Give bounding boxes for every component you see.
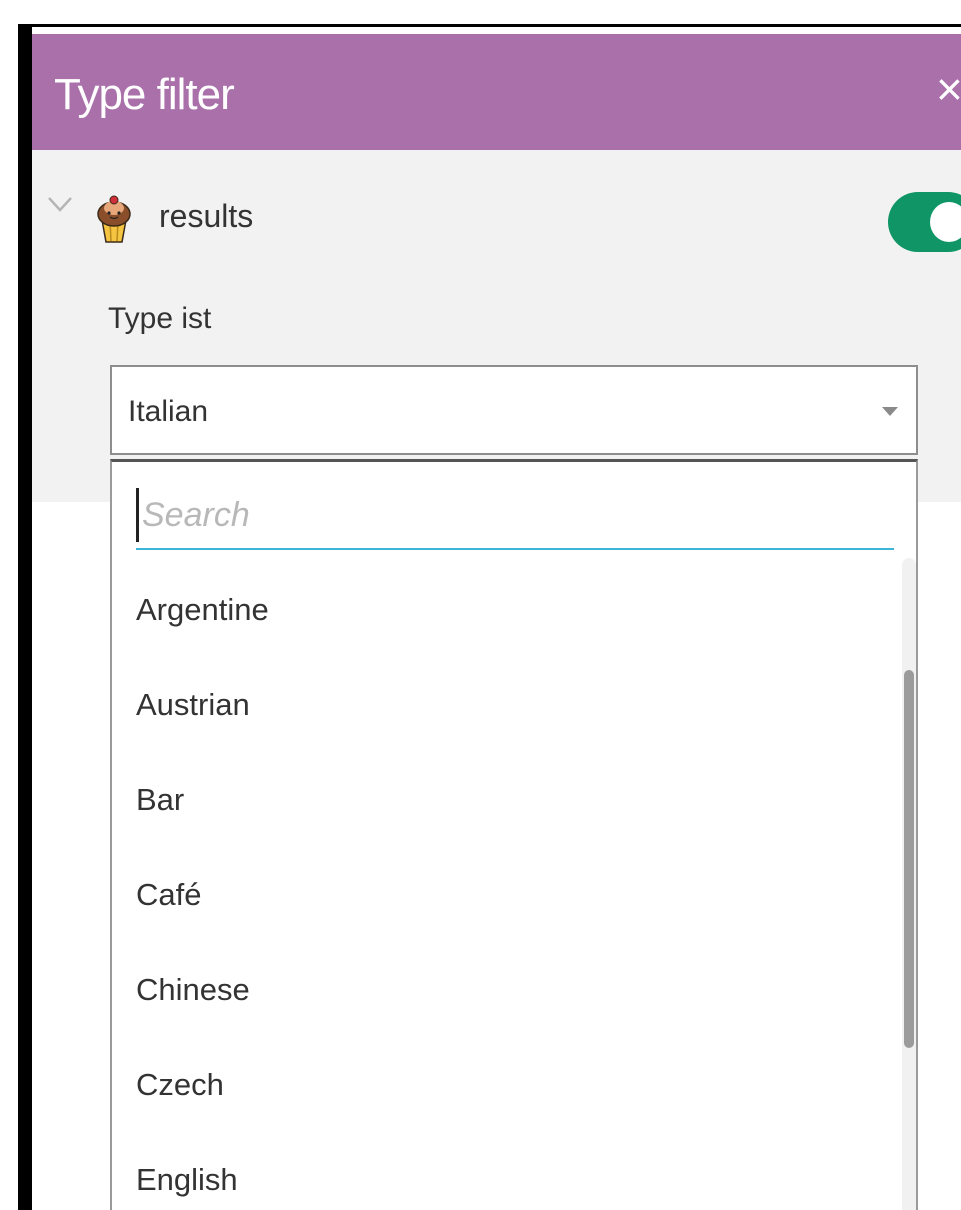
dropdown-option[interactable]: Austrian <box>112 657 902 752</box>
chevron-down-icon[interactable] <box>46 194 74 214</box>
select-value: Italian <box>128 395 209 428</box>
dropdown-option[interactable]: Bar <box>112 752 902 847</box>
dropdown-option[interactable]: Czech <box>112 1037 902 1132</box>
search-input[interactable] <box>136 488 884 542</box>
dropdown-option[interactable]: Café <box>112 847 902 942</box>
caret-down-icon[interactable] <box>882 407 898 416</box>
window-top-border <box>0 0 961 27</box>
close-icon[interactable]: × <box>936 66 961 112</box>
scrollbar-thumb[interactable] <box>904 670 914 1048</box>
cupcake-icon <box>97 195 131 243</box>
dropdown-scrollbar[interactable] <box>902 558 916 1210</box>
layer-visibility-toggle[interactable] <box>888 192 961 252</box>
option-list: Argentine Austrian Bar Café Chinese Czech Engl… <box>112 562 902 1210</box>
layer-name: results <box>159 198 254 234</box>
toggle-knob <box>930 202 961 242</box>
panel-title: Type filter <box>54 70 235 119</box>
type-select[interactable]: Italian <box>110 365 918 455</box>
type-filter-panel: Type filter × results Type ist Italian S… <box>32 28 961 1210</box>
search-field <box>136 480 894 550</box>
dropdown-option[interactable]: Chinese <box>112 942 902 1037</box>
type-dropdown-menu: ArgentineAustrianBarCaféChineseCzechEngl… <box>110 459 918 1210</box>
dropdown-option[interactable]: English <box>112 1132 902 1210</box>
dropdown-option[interactable]: Argentine <box>112 562 902 657</box>
window-left-border <box>18 24 32 1210</box>
panel-header: Type filter × <box>32 34 961 150</box>
filter-label: Type ist <box>108 302 212 335</box>
